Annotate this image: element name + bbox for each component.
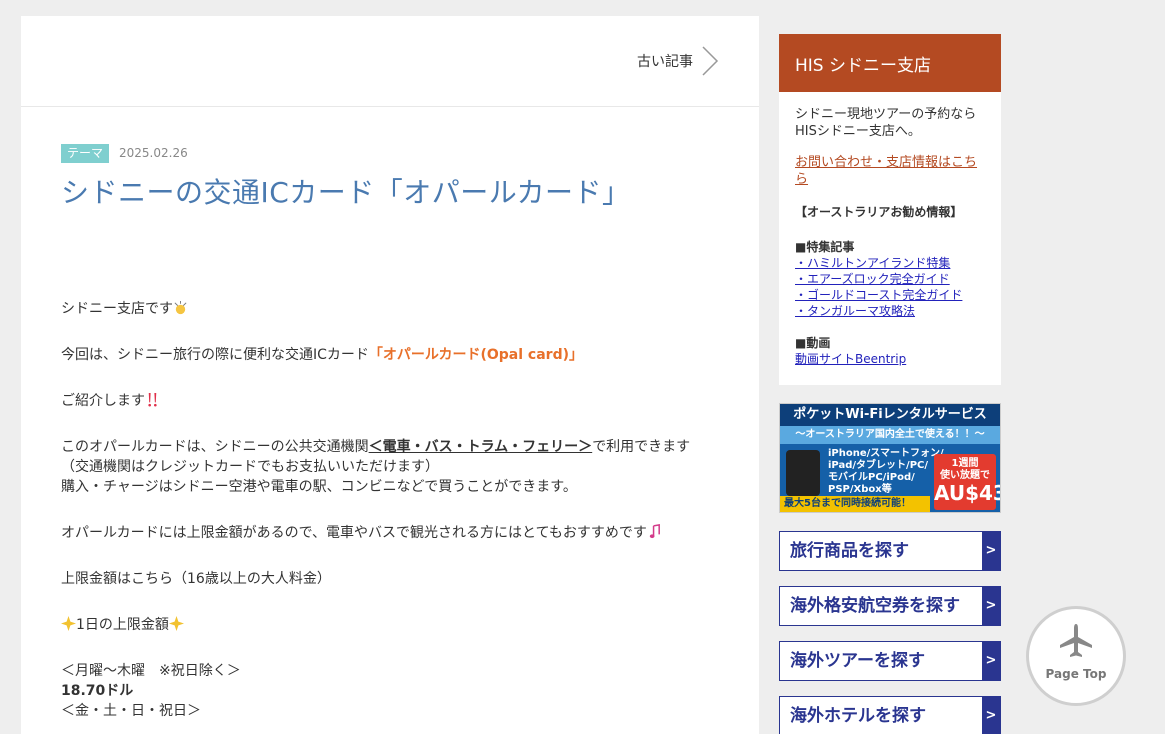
sparkle-icon: [61, 616, 76, 631]
video-heading: ■動画: [795, 336, 831, 350]
airplane-icon: [1060, 624, 1092, 657]
theme-tag[interactable]: テーマ: [61, 143, 110, 163]
main-content: 古い記事 テーマ 2025.02.26 シドニーの交通ICカード「オパールカード…: [21, 16, 759, 734]
arrow-right-icon: >: [982, 697, 1000, 734]
featured-link-gold-coast[interactable]: ・ゴールドコースト完全ガイド: [795, 287, 985, 303]
featured-link-ayers-rock[interactable]: ・エアーズロック完全ガイド: [795, 271, 985, 287]
paragraph-introduce: ご紹介します: [61, 391, 719, 411]
banner-device-list: iPhone/スマートフォン/ iPad/タブレット/PC/ モバイルPC/iP…: [828, 448, 944, 495]
page-top-label: Page Top: [1045, 667, 1107, 681]
sidebar: HIS シドニー支店 シドニー現地ツアーの予約ならHISシドニー支店へ。 お問い…: [779, 34, 1001, 734]
contact-link[interactable]: お問い合わせ・支店情報はこちら: [795, 154, 985, 188]
article-body: シドニー支店です 今回は、シドニー旅行の際に便利な交通ICカード「オパールカード…: [61, 299, 719, 721]
featured-link-tangalooma[interactable]: ・タンガルーマ攻略法: [795, 303, 985, 319]
older-article-link[interactable]: 古い記事: [637, 46, 719, 76]
page-top-button[interactable]: Page Top: [1026, 606, 1126, 706]
sparkle-icon: [168, 616, 184, 631]
paragraph-intro: シドニー支店です: [61, 299, 719, 319]
banner-subtitle: ～オーストラリア国内全土で使える！！～: [780, 426, 1000, 444]
article: テーマ 2025.02.26 シドニーの交通ICカード「オパールカード」 シドニ…: [21, 107, 759, 721]
article-meta: テーマ 2025.02.26: [61, 143, 719, 163]
search-travel-products-button[interactable]: 旅行商品を探す >: [779, 531, 1001, 571]
paragraph-usage: このオパールカードは、シドニーの公共交通機関＜電車・バス・トラム・フェリー＞で利…: [61, 439, 691, 495]
chevron-right-icon: [702, 46, 719, 76]
music-note-icon: [649, 524, 660, 539]
arrow-right-icon: >: [982, 587, 1000, 625]
search-tours-button[interactable]: 海外ツアーを探す >: [779, 641, 1001, 681]
featured-link-hamilton[interactable]: ・ハミルトンアイランド特集: [795, 255, 985, 271]
older-article-label: 古い記事: [637, 54, 693, 70]
wifi-rental-banner[interactable]: ポケットWi-Fiレンタルサービス ～オーストラリア国内全土で使える！！～ iP…: [779, 403, 1001, 513]
featured-heading: ■特集記事: [795, 240, 855, 254]
wifi-device-icon: [786, 450, 820, 496]
paragraph-daily-cap: 1日の上限金額: [61, 615, 719, 635]
arrow-right-icon: >: [982, 642, 1000, 680]
search-hotels-button[interactable]: 海外ホテルを探す >: [779, 696, 1001, 734]
his-branch-info: シドニー現地ツアーの予約ならHISシドニー支店へ。 お問い合わせ・支店情報はこち…: [779, 92, 1001, 385]
video-link[interactable]: 動画サイトBeentrip: [795, 351, 985, 367]
banner-title: ポケットWi-Fiレンタルサービス: [780, 404, 1000, 426]
search-cheap-flights-button[interactable]: 海外格安航空券を探す >: [779, 586, 1001, 626]
banner-price: 1週間 使い放題で AU$43: [934, 454, 1000, 510]
arrow-right-icon: >: [982, 532, 1000, 570]
article-nav-bar: 古い記事: [21, 16, 759, 107]
double-exclamation-icon: [148, 392, 157, 407]
recommend-heading: 【オーストラリアお勧め情報】: [795, 205, 963, 219]
article-title: シドニーの交通ICカード「オパールカード」: [61, 176, 631, 209]
article-date: 2025.02.26: [119, 146, 188, 160]
sparkle-face-icon: [174, 300, 187, 315]
transport-link[interactable]: ＜電車・バス・トラム・フェリー＞: [369, 439, 593, 455]
paragraph-topic: 今回は、シドニー旅行の際に便利な交通ICカード「オパールカード(Opal car…: [61, 347, 583, 363]
his-description: シドニー現地ツアーの予約ならHISシドニー支店へ。: [795, 107, 977, 139]
paragraph-weekday-fare: ＜月曜～木曜 ※祝日除く＞ 18.70ドル ＜金・土・日・祝日＞: [61, 663, 241, 719]
banner-bottom-note: 最大5台まで同時接続可能！: [780, 496, 930, 512]
paragraph-cap: オパールカードには上限金額があるので、電車やバスで観光される方にはとてもおすすめ…: [61, 523, 719, 543]
paragraph-cap-info: 上限金額はこちら（16歳以上の大人料金）: [61, 571, 331, 587]
his-branch-title: HIS シドニー支店: [779, 34, 1001, 92]
opal-card-highlight: 「オパールカード(Opal card)」: [368, 347, 583, 363]
